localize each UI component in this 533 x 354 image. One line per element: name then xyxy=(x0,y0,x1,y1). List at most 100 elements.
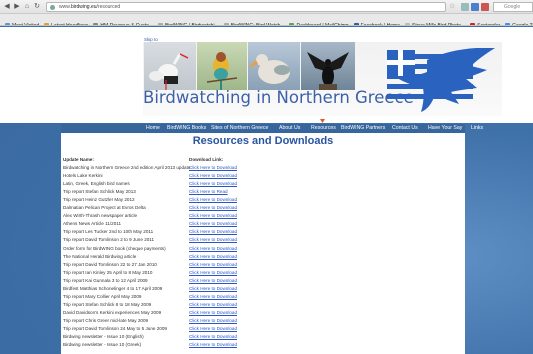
reload-small-icon[interactable] xyxy=(461,3,469,11)
address-bar[interactable]: www.birdwing.eu/resourced xyxy=(46,2,446,12)
bookmarks-bar: Most Visited Latest Headlines HM Revenue &… xyxy=(0,14,533,26)
nav-item-about-us[interactable]: About Us xyxy=(279,125,300,131)
search-input[interactable]: Google xyxy=(493,2,533,12)
nav-item-resources[interactable]: Resources xyxy=(311,125,336,131)
active-page-marker-icon xyxy=(320,119,325,123)
nav-item-contact-us[interactable]: Contact Us xyxy=(392,125,418,131)
download-link[interactable]: Click Here to Download xyxy=(189,221,237,226)
resource-name: Dalmatian Pelican Project at Evros Delta xyxy=(63,205,146,211)
download-link[interactable]: Click Here to Download xyxy=(189,278,237,283)
table-row: Trip report Chris Greer mid-late May 200… xyxy=(61,318,465,326)
resource-name: The National Herald Birdwing article xyxy=(63,253,137,259)
table-row: Trip report Stefan Schlick 8 to 18 May 2… xyxy=(61,302,465,310)
download-link[interactable]: Click Here to Download xyxy=(189,197,237,202)
bookmark-favicon-icon xyxy=(5,23,10,25)
nav-item-home[interactable]: Home xyxy=(146,125,160,131)
download-link[interactable]: Click Here to Download xyxy=(189,286,237,291)
table-row: Hotels Lake Kerkini Click Here to Downloa… xyxy=(61,173,465,181)
bookmark-item[interactable]: Steve Mills Bird Photo... xyxy=(405,20,465,25)
site-banner: Birdwatching in Northern Greece xyxy=(143,42,502,116)
resource-name: Order form for BirdWING book (cheque pay… xyxy=(63,245,166,251)
download-link[interactable]: Click Here to Download xyxy=(189,246,237,251)
download-link[interactable]: Click Here to Download xyxy=(189,326,237,331)
table-row: Trip report Heinz Gutzler May 2012 Click … xyxy=(61,197,465,205)
nav-item-have-your-say[interactable]: Have Your Say xyxy=(428,125,462,131)
main-nav-items: Home BirdWING Books Sites of Northern Gree… xyxy=(0,119,533,133)
download-link[interactable]: Click Here to Download xyxy=(189,270,237,275)
forward-icon[interactable]: ▶ xyxy=(13,3,21,11)
addon-icon[interactable] xyxy=(481,3,489,11)
download-link[interactable]: Click Here to Download xyxy=(189,302,237,307)
pelican-photo xyxy=(248,42,300,90)
bookmark-item[interactable]: BirdWING: Bird Watch... xyxy=(223,20,285,26)
bookmark-item[interactable]: Dashboard | MailChimp xyxy=(289,20,349,26)
bookmark-label: HM Revenue & Custo... xyxy=(100,23,153,26)
download-link[interactable]: Click Here to Download xyxy=(189,342,237,347)
bookmark-item[interactable]: HM Revenue & Custo... xyxy=(93,20,153,26)
bookmark-favicon-icon xyxy=(505,23,511,25)
bookmark-label: Latest Headlines xyxy=(51,23,89,26)
resource-name: Birdfest Matthias Schonelinger 4 to 17 A… xyxy=(63,285,163,291)
download-link[interactable]: Click Here to Download xyxy=(189,254,237,259)
table-row: Dalmatian Pelican Project at Evros Delta… xyxy=(61,205,465,213)
table-row: Trip report Stefan Schlick May 2013 Click… xyxy=(61,189,465,197)
table-row: Birdwatching in Northern Greece 2nd edit… xyxy=(61,165,465,173)
download-link[interactable]: Click Here to Download xyxy=(189,229,237,234)
resource-name: Trip report Les Tucker 2nd to 10th May 2… xyxy=(63,229,154,235)
bookmark-favicon-icon xyxy=(223,23,229,25)
page-title: Resources and Downloads xyxy=(192,135,334,147)
bookmark-star-icon[interactable]: ☆ xyxy=(449,2,455,10)
download-link[interactable]: Click Here to Download xyxy=(189,173,237,178)
table-row: Trip report Les Tucker 2nd to 10th May 2… xyxy=(61,229,465,237)
download-link[interactable]: Click Here to Download xyxy=(189,213,237,218)
home-icon[interactable]: ⌂ xyxy=(23,3,31,11)
table-row: David Davidson's Kerkini experiences May… xyxy=(61,310,465,318)
bookmark-favicon-icon xyxy=(93,23,99,25)
bookmark-favicon-icon xyxy=(405,23,410,25)
nav-item-birdwing-books[interactable]: BirdWING Books xyxy=(167,125,206,131)
download-link[interactable]: Click Here to Download xyxy=(189,294,237,299)
extension-icon[interactable] xyxy=(471,3,479,11)
download-link[interactable]: Click Here to Download xyxy=(189,318,237,323)
download-link[interactable]: Click Here to Download xyxy=(189,205,237,210)
table-row: Trip report Mary Collier April May 2009 C… xyxy=(61,294,465,302)
bookmark-item[interactable]: Most Visited xyxy=(5,20,40,26)
bookmark-label: BirdWING: Bird Watch... xyxy=(230,23,285,26)
bookmark-label: Facebook | Home xyxy=(360,23,400,26)
download-link[interactable]: Click Here to Download xyxy=(189,310,237,315)
nav-item-sites-of-northern-greece[interactable]: Sites of Northern Greece xyxy=(211,125,268,131)
bookmark-label: Google Translate xyxy=(512,23,533,26)
resource-name: Hotels Lake Kerkini xyxy=(63,173,103,179)
bookmark-item[interactable]: BirdWING | Birdwatchi... xyxy=(157,20,219,25)
table-row: Trip report David Tomlinson 24 May to 5 … xyxy=(61,326,465,334)
bookmark-label: Dashboard | MailChimp xyxy=(296,23,349,26)
bookmark-item[interactable]: Facebook | Home xyxy=(353,20,400,26)
resource-name: Birdwing newsletter - Issue 10 (English) xyxy=(63,334,144,340)
download-link[interactable]: Click Here to Download xyxy=(189,334,237,339)
bookmark-favicon-icon xyxy=(353,23,359,25)
back-icon[interactable]: ◀ xyxy=(3,3,11,11)
resource-name: Birdwing newsletter - Issue 10 (Greek) xyxy=(63,342,142,348)
bookmark-label: Santander xyxy=(477,23,501,26)
bookmark-favicon-icon xyxy=(289,23,295,25)
content-panel: Resources and Downloads Update Name: Dow… xyxy=(61,133,465,354)
stork-photo xyxy=(144,42,196,90)
table-row: The National Herald Birdwing article Clic… xyxy=(61,254,465,262)
bookmark-item[interactable]: Google Translate xyxy=(505,20,533,26)
bookmark-label: Most Visited xyxy=(12,23,40,26)
nav-item-links[interactable]: Links xyxy=(471,125,483,131)
resource-name: Trip report Mary Collier April May 2009 xyxy=(63,293,142,299)
resource-name: Trip report Stefan Schlick 8 to 18 May 2… xyxy=(63,301,152,307)
nav-item-birdwing-partners[interactable]: BirdWING Partners xyxy=(341,125,385,131)
download-link[interactable]: Click Here to Download xyxy=(189,181,237,186)
download-link[interactable]: Click Here to Read xyxy=(189,189,228,194)
bookmark-item[interactable]: Latest Headlines xyxy=(44,20,89,26)
download-link[interactable]: Click Here to Download xyxy=(189,237,237,242)
resource-name: Trip report Ian Kinley 25 April to 8 May… xyxy=(63,269,153,275)
site-identity-icon[interactable] xyxy=(50,5,55,10)
column-header-name: Update Name: xyxy=(63,157,94,162)
download-link[interactable]: Click Here to Download xyxy=(189,165,237,170)
reload-icon[interactable]: ↻ xyxy=(33,3,41,11)
download-link[interactable]: Click Here to Download xyxy=(189,262,237,267)
bookmark-item[interactable]: Santander xyxy=(470,20,501,26)
